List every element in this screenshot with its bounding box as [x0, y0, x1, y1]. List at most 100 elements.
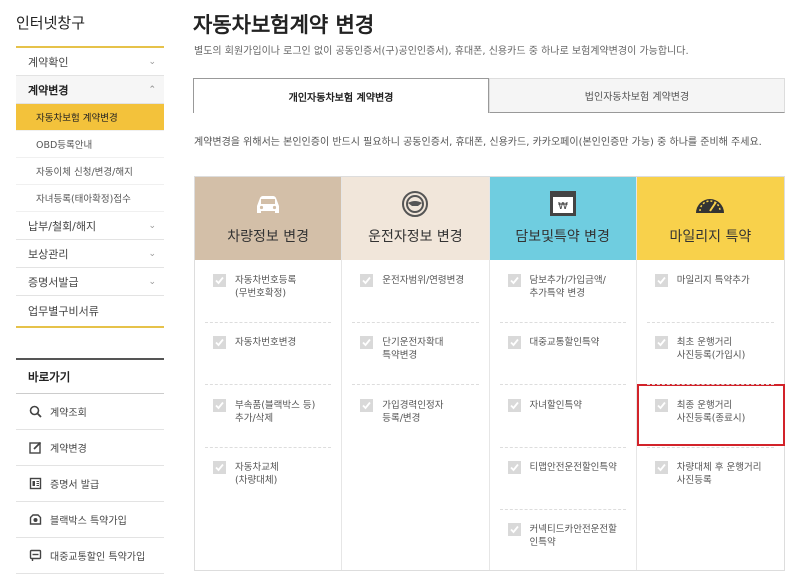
checkbox-icon [213, 461, 226, 474]
checkbox-icon [360, 399, 374, 412]
checkbox-icon [507, 274, 521, 287]
change-item-label: 단기운전자확대 특약변경 [382, 337, 444, 361]
category-title: 마일리지 특약 [669, 229, 752, 245]
change-item-label: 최초 운행거리 사진등록(가입시) [676, 337, 746, 361]
quick-link-transit-discount[interactable]: 대중교통할인 특약가입 [16, 538, 164, 574]
change-item[interactable]: 자동차번호변경 [213, 336, 333, 349]
change-item[interactable]: 마일리지 특약추가 [654, 274, 776, 287]
divider [646, 322, 774, 323]
category-mileage: km 마일리지 특약 마일리지 특약추가최초 운행거리 사진등록(가입시) 최종 … [636, 177, 785, 570]
category-header: ₩ 담보및특약 변경 [489, 177, 636, 260]
quick-link-label: 계약조회 [50, 408, 87, 419]
page-title: 자동차보험계약 변경 [193, 13, 375, 37]
divider [499, 322, 626, 323]
category-grid: 차량정보 변경 자동차번호등록 (무번호확정) 자동차번호변경부속품(블랙박스 등… [194, 176, 785, 571]
sidebar-item-label: 계약변경 [28, 83, 69, 97]
sidebar-item-label: 납부/철회/해지 [28, 219, 97, 233]
category-coverage: ₩ 담보및특약 변경 담보추가/가입금액/ 추가특약 변경대중교통할인특약자녀할… [489, 177, 637, 570]
svg-text:km: km [706, 213, 714, 219]
sidebar-item-contract-change[interactable]: 계약변경 ⌃ [16, 76, 164, 104]
document-icon [28, 477, 42, 491]
change-item[interactable]: 운전자범위/연령변경 [360, 274, 480, 287]
change-item[interactable]: 차량대체 후 운행거리 사진등록 [654, 461, 776, 487]
change-item[interactable]: 자녀할인특약 [507, 399, 628, 412]
checkbox-icon [654, 336, 668, 349]
camera-icon [28, 513, 42, 527]
checkbox-icon [507, 336, 521, 349]
tab-bar: 개인자동차보험 계약변경 법인자동차보험 계약변경 [193, 78, 785, 113]
page-subtitle: 별도의 회원가입이나 로그인 없이 공동인증서(구)공인인증서), 휴대폰, 신… [194, 46, 689, 57]
sidebar-item-payment[interactable]: 납부/철회/해지 ⌄ [16, 212, 164, 240]
change-item-label: 차량대체 후 운행거리 사진등록 [676, 462, 762, 486]
divider [499, 509, 626, 510]
sidebar-title: 인터넷창구 [16, 0, 164, 48]
sidebar-item-documents[interactable]: 업무별구비서류 [16, 296, 164, 328]
odometer-icon: km [696, 199, 725, 219]
change-item-label: 부속품(블랙박스 등) 추가/삭제 [235, 400, 316, 424]
sidebar-item-label: 계약확인 [28, 55, 69, 69]
change-item[interactable]: 단기운전자확대 특약변경 [360, 336, 480, 362]
bus-icon [28, 549, 42, 563]
tab-personal-auto[interactable]: 개인자동차보험 계약변경 [193, 78, 489, 113]
submenu-item-child-register[interactable]: 자녀등록(태아확정)접수 [16, 185, 164, 212]
change-item[interactable]: 대중교통할인특약 [507, 336, 628, 349]
category-vehicle: 차량정보 변경 자동차번호등록 (무번호확정) 자동차번호변경부속품(블랙박스 등… [195, 177, 343, 570]
change-item[interactable]: 최종 운행거리 사진등록(종료시) [654, 399, 776, 425]
divider [205, 447, 332, 448]
quick-links-title: 바로가기 [16, 358, 164, 394]
car-icon [257, 196, 280, 213]
divider [352, 322, 479, 323]
checkbox-icon [360, 274, 374, 287]
change-item-label: 마일리지 특약추가 [676, 275, 750, 286]
change-item-label: 자동차번호등록 (무번호확정) [235, 275, 297, 299]
sidebar: 인터넷창구 계약확인 ⌄ 계약변경 ⌃ 자동차보험 계약변경 OBD등록안내 자… [16, 0, 164, 574]
tab-corporate-auto[interactable]: 법인자동차보험 계약변경 [489, 78, 785, 113]
divider [499, 447, 626, 448]
checkbox-icon [654, 399, 668, 412]
divider [205, 322, 332, 323]
quick-link-label: 증명서 발급 [50, 480, 100, 491]
change-item-label: 자동차번호변경 [235, 337, 297, 348]
checkbox-icon [507, 461, 521, 474]
change-item-label: 운전자범위/연령변경 [382, 275, 465, 286]
change-item[interactable]: 최초 운행거리 사진등록(가입시) [654, 336, 776, 362]
change-item[interactable]: 부속품(블랙박스 등) 추가/삭제 [213, 399, 333, 425]
sidebar-item-label: 업무별구비서류 [28, 305, 99, 318]
submenu-item-obd[interactable]: OBD등록안내 [16, 131, 164, 158]
change-item-label: 자녀할인특약 [529, 400, 582, 411]
divider [646, 384, 774, 385]
category-title: 차량정보 변경 [227, 229, 309, 245]
change-item[interactable]: 가입경력인정자 등록/변경 [360, 399, 480, 425]
chevron-down-icon: ⌄ [148, 248, 156, 259]
money-icon: ₩ [549, 191, 576, 216]
checkbox-icon [654, 274, 668, 287]
category-title: 운전자정보 변경 [368, 229, 463, 245]
checkbox-icon [507, 523, 521, 536]
change-item[interactable]: 커넥티드카안전운전할 인특약 [507, 523, 628, 549]
divider [352, 384, 479, 385]
quick-link-label: 대중교통할인 특약가입 [50, 552, 146, 563]
quick-link-certificate[interactable]: 증명서 발급 [16, 466, 164, 502]
change-item[interactable]: 자동차교체 (차량대체) [213, 461, 333, 487]
category-driver: 운전자정보 변경 운전자범위/연령변경단기운전자확대 특약변경가입경력인정자 등… [342, 177, 490, 570]
change-item[interactable]: 자동차번호등록 (무번호확정) [213, 274, 333, 300]
steering-wheel-icon [402, 191, 429, 217]
search-icon [28, 405, 42, 419]
checkbox-icon [213, 274, 226, 287]
sidebar-item-contract-check[interactable]: 계약확인 ⌄ [16, 48, 164, 76]
sidebar-item-claims[interactable]: 보상관리 ⌄ [16, 240, 164, 268]
quick-link-label: 블랙박스 특약가입 [50, 516, 127, 527]
quick-link-contract-change[interactable]: 계약변경 [16, 430, 164, 466]
quick-link-blackbox[interactable]: 블랙박스 특약가입 [16, 502, 164, 538]
change-item-label: 커넥티드카안전운전할 인특약 [529, 524, 617, 548]
change-item[interactable]: 티맵안전운전할인특약 [507, 461, 628, 474]
submenu-item-autopay[interactable]: 자동이체 신청/변경/해지 [16, 158, 164, 185]
change-item[interactable]: 담보추가/가입금액/ 추가특약 변경 [507, 274, 628, 300]
notice-text: 계약변경을 위해서는 본인인증이 반드시 필요하니 공동인증서, 휴대폰, 신용… [194, 137, 762, 148]
sidebar-item-certificates[interactable]: 증명서발급 ⌄ [16, 268, 164, 296]
svg-text:₩: ₩ [558, 201, 568, 212]
chevron-down-icon: ⌄ [148, 276, 156, 287]
checkbox-icon [213, 399, 226, 412]
submenu-item-auto-contract-change[interactable]: 자동차보험 계약변경 [16, 104, 164, 131]
quick-link-contract-lookup[interactable]: 계약조회 [16, 394, 164, 430]
